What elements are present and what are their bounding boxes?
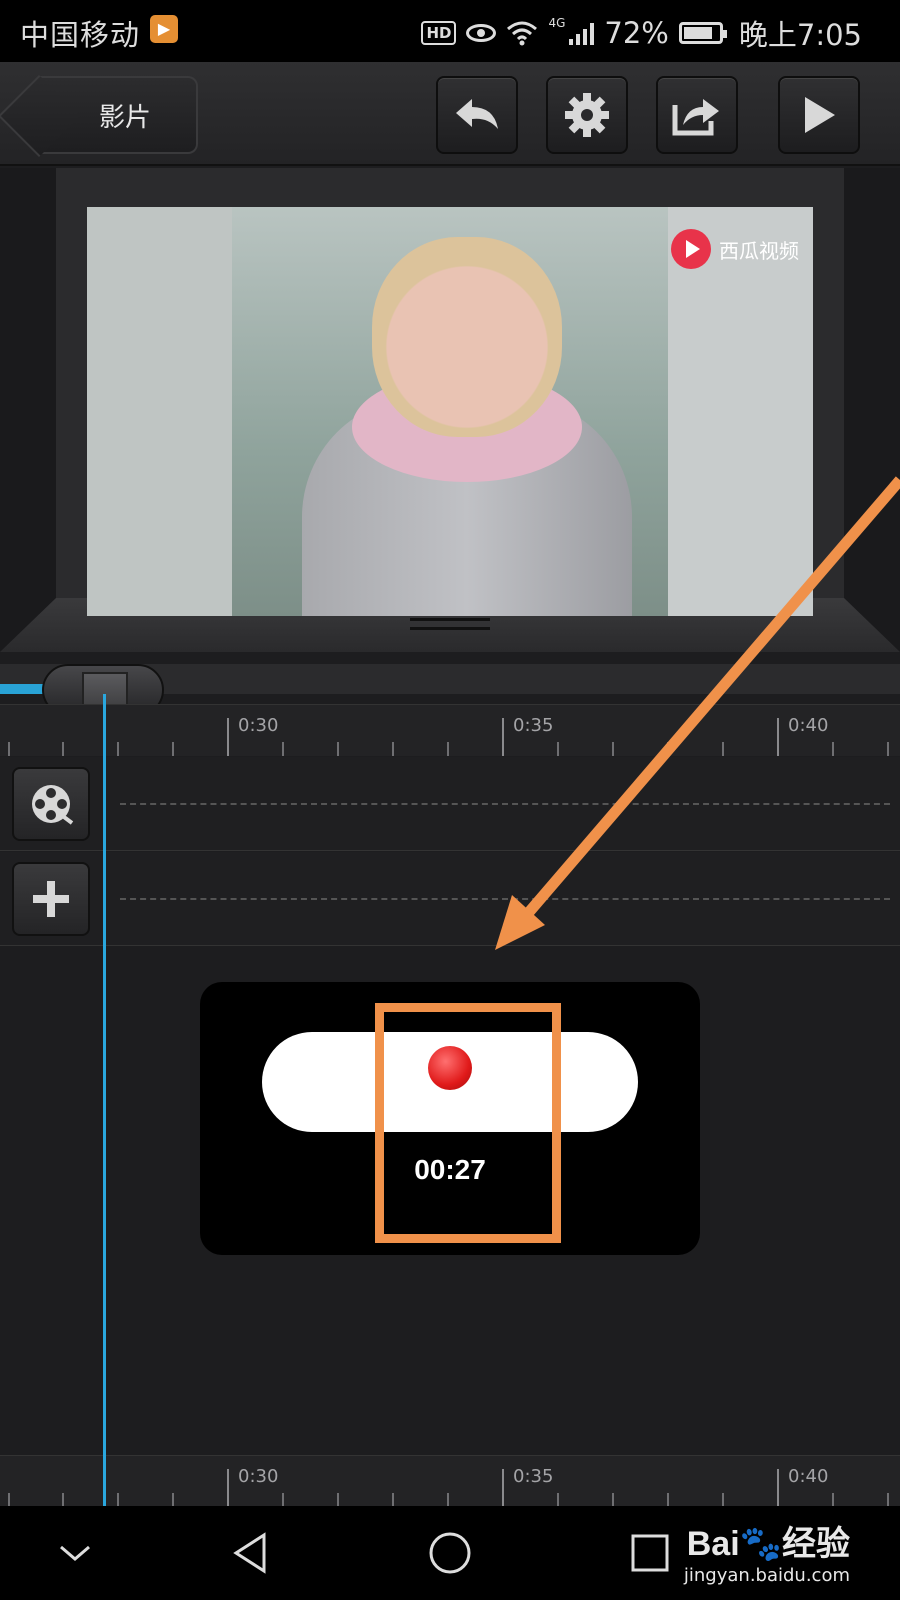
app-screen: 中国移动 ▶ HD 4G 72% 晚上7:05 影片 西瓜视频 0:30 0:3… xyxy=(0,0,900,1600)
android-nav-bar: Bai🐾经验 jingyan.baidu.com xyxy=(0,1506,900,1600)
nav-recents-button[interactable] xyxy=(620,1528,680,1578)
video-watermark-text: 西瓜视频 xyxy=(719,238,799,263)
plus-icon xyxy=(33,881,69,917)
hd-badge: HD xyxy=(421,21,457,45)
undo-icon xyxy=(456,99,498,129)
clock: 晚上7:05 xyxy=(738,18,862,52)
chevron-down-icon xyxy=(60,1545,90,1561)
film-reel-icon xyxy=(32,785,74,825)
play-icon xyxy=(805,97,835,133)
add-video-button[interactable] xyxy=(12,767,90,841)
hide-nav-button[interactable] xyxy=(45,1528,105,1578)
play-button[interactable] xyxy=(778,76,860,154)
nav-back-button[interactable] xyxy=(220,1528,280,1578)
share-button[interactable] xyxy=(656,76,738,154)
signal-icon xyxy=(569,21,595,45)
video-preview[interactable]: 西瓜视频 xyxy=(87,207,813,616)
ruler-label: 0:40 xyxy=(788,715,829,736)
editor-toolbar: 影片 xyxy=(0,62,900,166)
back-triangle-icon xyxy=(233,1532,266,1574)
status-bar: 中国移动 ▶ HD 4G 72% 晚上7:05 xyxy=(0,0,900,62)
empty-track-line xyxy=(120,898,890,900)
add-track-row[interactable] xyxy=(0,852,900,946)
playhead[interactable] xyxy=(103,694,106,1506)
ruler-label: 0:30 xyxy=(238,1466,279,1487)
undo-button[interactable] xyxy=(436,76,518,154)
nav-home-button[interactable] xyxy=(420,1528,480,1578)
baidu-jingyan-watermark: Bai🐾经验 jingyan.baidu.com xyxy=(684,1516,850,1586)
panel-drag-handle[interactable] xyxy=(410,618,490,630)
annotation-highlight-box xyxy=(375,1003,561,1243)
empty-track-line xyxy=(120,803,890,805)
share-icon xyxy=(672,99,719,136)
timeline-ruler-top[interactable]: 0:30 0:35 0:40 xyxy=(0,704,900,756)
gear-icon xyxy=(565,93,609,137)
status-icons: HD 4G 72% 晚上7:05 xyxy=(421,12,862,54)
wifi-icon xyxy=(507,21,538,46)
ruler-label: 0:35 xyxy=(513,715,554,736)
timeline-ruler-bottom[interactable]: 0:30 0:35 0:40 xyxy=(0,1455,900,1507)
ruler-label: 0:40 xyxy=(788,1466,829,1487)
eye-icon xyxy=(466,24,497,42)
watermark-brand: Bai🐾经验 xyxy=(686,1525,850,1563)
video-watermark: 西瓜视频 xyxy=(671,229,799,269)
battery-percent: 72% xyxy=(604,16,669,50)
ruler-label: 0:35 xyxy=(513,1466,554,1487)
battery-icon xyxy=(678,22,727,44)
back-to-movies-button[interactable]: 影片 xyxy=(38,76,198,154)
video-subject-head xyxy=(372,237,562,437)
recents-square-icon xyxy=(631,1534,669,1572)
video-track[interactable] xyxy=(0,757,900,851)
media-app-icon: ▶ xyxy=(150,15,178,43)
home-circle-icon xyxy=(429,1532,471,1574)
network-type-label: 4G xyxy=(548,16,566,30)
xigua-logo-icon xyxy=(671,229,711,269)
carrier-label: 中国移动 xyxy=(20,18,141,52)
settings-button[interactable] xyxy=(546,76,628,154)
ruler-label: 0:30 xyxy=(238,715,279,736)
back-button-label: 影片 xyxy=(98,102,151,133)
watermark-site: jingyan.baidu.com xyxy=(683,1565,850,1586)
add-track-button[interactable] xyxy=(12,862,90,936)
